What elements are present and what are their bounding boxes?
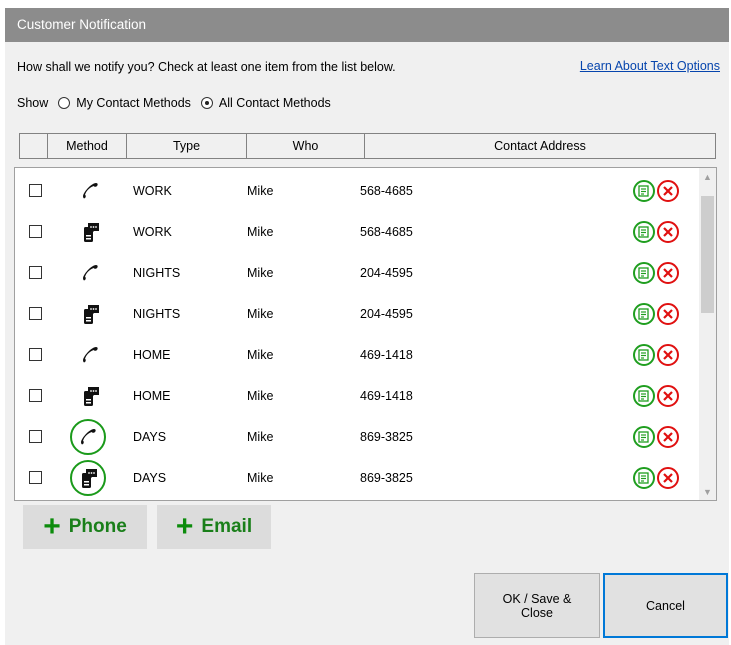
add-phone-button[interactable]: + Phone bbox=[23, 505, 147, 549]
select-checkbox[interactable] bbox=[29, 225, 42, 238]
contact-address-cell: 204-4595 bbox=[360, 266, 413, 280]
phone-icon bbox=[72, 337, 108, 373]
select-checkbox[interactable] bbox=[29, 471, 42, 484]
ok-save-close-label: OK / Save & Close bbox=[502, 591, 572, 620]
contact-methods-list[interactable]: ▲ ▼ WORK Mike 568-4685 WORK Mike 568-4685 NIGH… bbox=[14, 167, 717, 501]
phone-icon bbox=[72, 255, 108, 291]
contact-address-cell: 568-4685 bbox=[360, 184, 413, 198]
plus-icon: + bbox=[43, 510, 61, 543]
type-cell: WORK bbox=[133, 184, 172, 198]
type-cell: NIGHTS bbox=[133, 266, 181, 280]
all-contact-methods-radio[interactable] bbox=[200, 97, 213, 109]
contact-address-cell: 469-1418 bbox=[360, 348, 413, 362]
delete-icon[interactable] bbox=[657, 344, 679, 366]
delete-icon[interactable] bbox=[657, 385, 679, 407]
vertical-scrollbar[interactable]: ▲ ▼ bbox=[699, 168, 716, 500]
header-checkbox-column bbox=[20, 134, 48, 158]
select-checkbox[interactable] bbox=[29, 430, 42, 443]
select-checkbox[interactable] bbox=[29, 348, 42, 361]
add-email-label: Email bbox=[201, 516, 253, 537]
list-item[interactable]: WORK Mike 568-4685 bbox=[15, 171, 695, 212]
text-message-icon bbox=[72, 378, 108, 414]
list-item[interactable]: NIGHTS Mike 204-4595 bbox=[15, 294, 695, 335]
list-header: Method Type Who Contact Address bbox=[19, 133, 716, 159]
select-checkbox[interactable] bbox=[29, 389, 42, 402]
delete-icon[interactable] bbox=[657, 180, 679, 202]
add-phone-label: Phone bbox=[68, 516, 127, 537]
contact-address-cell: 204-4595 bbox=[360, 307, 413, 321]
who-cell: Mike bbox=[247, 184, 274, 198]
scroll-up-arrow-icon[interactable]: ▲ bbox=[699, 168, 716, 185]
who-cell: Mike bbox=[247, 266, 274, 280]
contact-address-cell: 568-4685 bbox=[360, 225, 413, 239]
select-checkbox[interactable] bbox=[29, 184, 42, 197]
ok-save-close-button[interactable]: OK / Save & Close bbox=[474, 573, 600, 638]
who-cell: Mike bbox=[247, 307, 274, 321]
edit-icon[interactable] bbox=[633, 385, 655, 407]
phone-icon bbox=[70, 419, 106, 455]
list-item[interactable]: DAYS Mike 869-3825 bbox=[15, 417, 695, 458]
who-cell: Mike bbox=[247, 471, 274, 485]
type-cell: DAYS bbox=[133, 471, 167, 485]
list-item[interactable]: DAYS Mike 869-3825 bbox=[15, 458, 695, 499]
edit-icon[interactable] bbox=[633, 426, 655, 448]
header-method[interactable]: Method bbox=[48, 134, 127, 158]
who-cell: Mike bbox=[247, 430, 274, 444]
cancel-button[interactable]: Cancel bbox=[603, 573, 728, 638]
my-contact-methods-label[interactable]: My Contact Methods bbox=[76, 96, 191, 110]
text-message-icon bbox=[70, 460, 106, 496]
text-message-icon bbox=[72, 214, 108, 250]
list-item[interactable]: WORK Mike 568-4685 bbox=[15, 212, 695, 253]
contact-address-cell: 869-3825 bbox=[360, 430, 413, 444]
scrollbar-thumb[interactable] bbox=[701, 196, 714, 313]
select-checkbox[interactable] bbox=[29, 307, 42, 320]
scroll-down-arrow-icon[interactable]: ▼ bbox=[699, 483, 716, 500]
type-cell: HOME bbox=[133, 389, 171, 403]
header-contact-address[interactable]: Contact Address bbox=[365, 134, 715, 158]
my-contact-methods-radio[interactable] bbox=[58, 97, 71, 109]
list-item[interactable]: NIGHTS Mike 204-4595 bbox=[15, 253, 695, 294]
delete-icon[interactable] bbox=[657, 426, 679, 448]
all-contact-methods-label[interactable]: All Contact Methods bbox=[219, 96, 331, 110]
type-cell: HOME bbox=[133, 348, 171, 362]
select-checkbox[interactable] bbox=[29, 266, 42, 279]
contact-address-cell: 869-3825 bbox=[360, 471, 413, 485]
show-label: Show bbox=[17, 96, 49, 110]
list-item[interactable]: HOME Mike 469-1418 bbox=[15, 335, 695, 376]
who-cell: Mike bbox=[247, 348, 274, 362]
delete-icon[interactable] bbox=[657, 467, 679, 489]
cancel-label: Cancel bbox=[646, 598, 685, 613]
show-filter: Show My Contact Methods All Contact Meth… bbox=[17, 96, 331, 110]
who-cell: Mike bbox=[247, 225, 274, 239]
edit-icon[interactable] bbox=[633, 180, 655, 202]
edit-icon[interactable] bbox=[633, 221, 655, 243]
text-message-icon bbox=[72, 296, 108, 332]
delete-icon[interactable] bbox=[657, 262, 679, 284]
plus-icon: + bbox=[175, 510, 194, 543]
window-title: Customer Notification bbox=[5, 8, 729, 42]
type-cell: NIGHTS bbox=[133, 307, 181, 321]
edit-icon[interactable] bbox=[633, 262, 655, 284]
edit-icon[interactable] bbox=[633, 467, 655, 489]
learn-about-text-options-link[interactable]: Learn About Text Options bbox=[580, 59, 720, 73]
header-who[interactable]: Who bbox=[247, 134, 365, 158]
customer-notification-dialog: Customer Notification How shall we notif… bbox=[5, 8, 729, 645]
delete-icon[interactable] bbox=[657, 221, 679, 243]
contact-address-cell: 469-1418 bbox=[360, 389, 413, 403]
edit-icon[interactable] bbox=[633, 303, 655, 325]
who-cell: Mike bbox=[247, 389, 274, 403]
instruction-text: How shall we notify you? Check at least … bbox=[17, 60, 396, 74]
list-item[interactable]: HOME Mike 469-1418 bbox=[15, 376, 695, 417]
type-cell: WORK bbox=[133, 225, 172, 239]
type-cell: DAYS bbox=[133, 430, 167, 444]
add-email-button[interactable]: + Email bbox=[157, 505, 271, 549]
edit-icon[interactable] bbox=[633, 344, 655, 366]
delete-icon[interactable] bbox=[657, 303, 679, 325]
header-type[interactable]: Type bbox=[127, 134, 247, 158]
phone-icon bbox=[72, 173, 108, 209]
